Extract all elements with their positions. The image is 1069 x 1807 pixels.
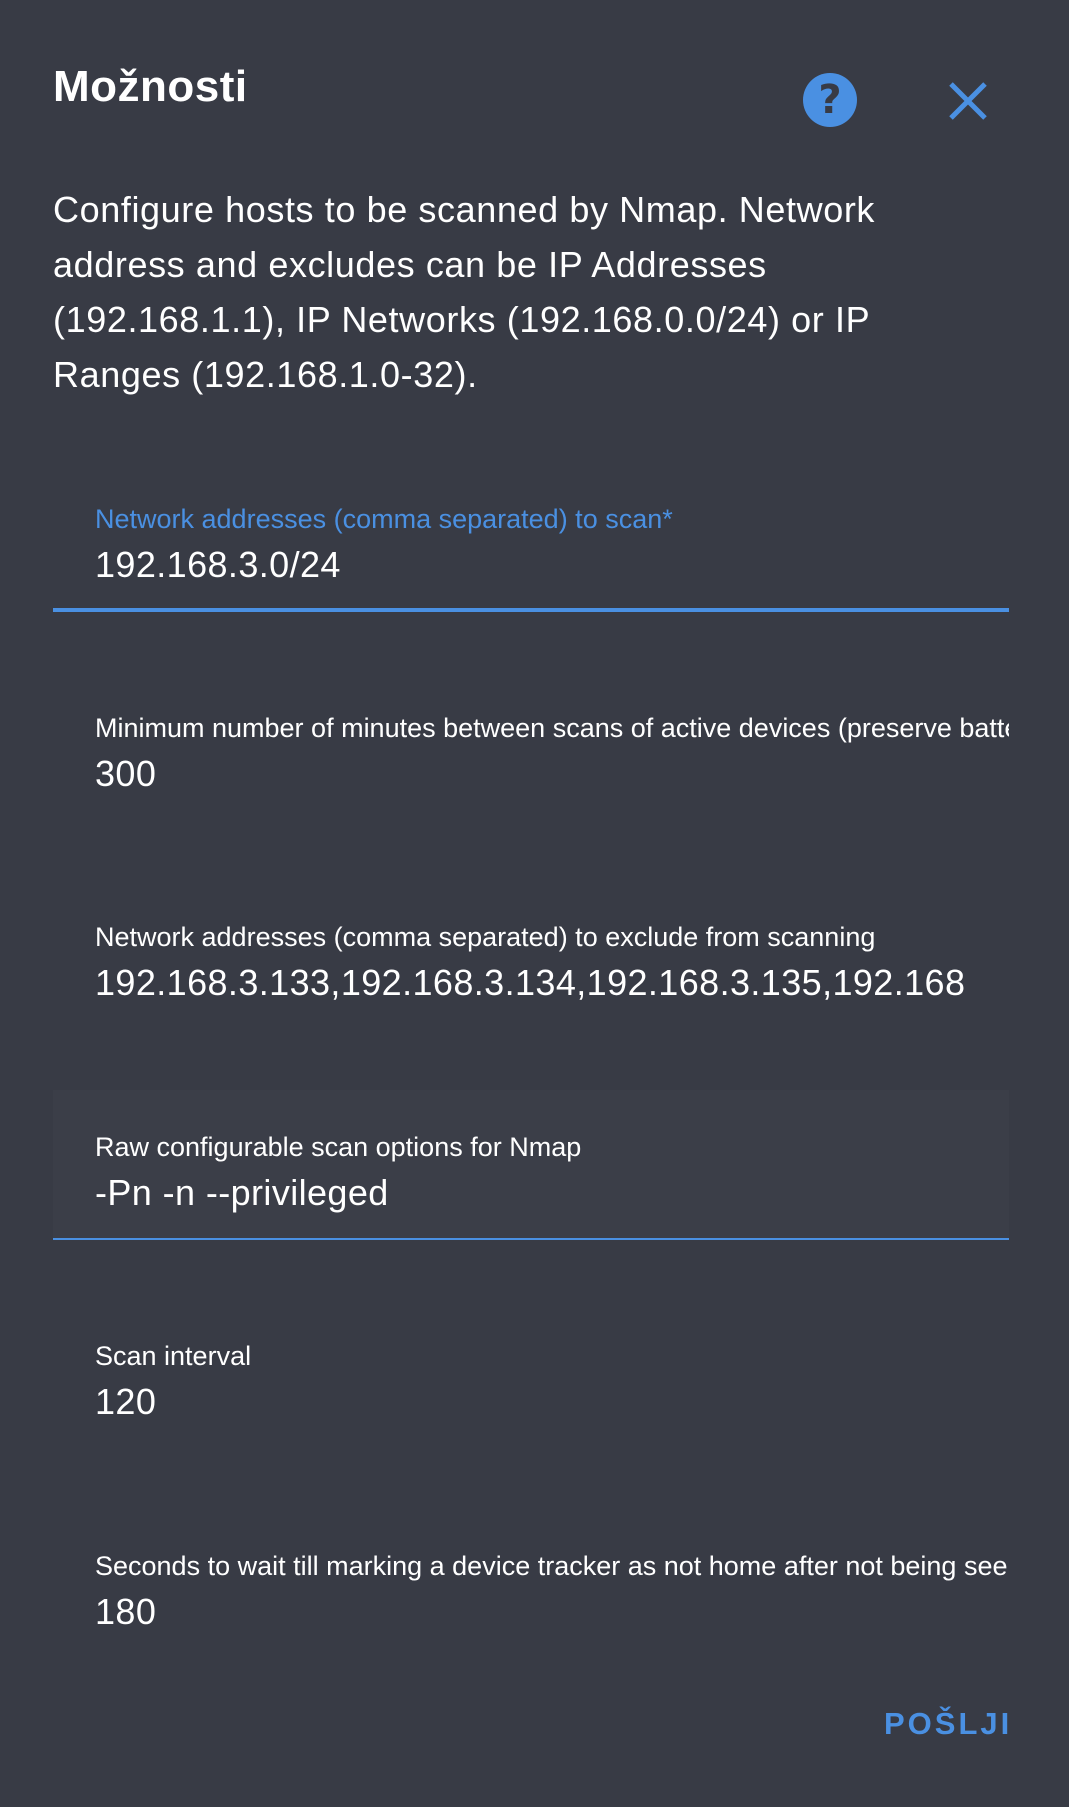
scan-interval-input[interactable]: 120 bbox=[95, 1381, 967, 1423]
scan-networks-underline bbox=[53, 608, 1009, 612]
dialog-title: Možnosti bbox=[53, 62, 248, 111]
min-minutes-field[interactable]: Minimum number of minutes between scans … bbox=[53, 671, 1009, 821]
exclude-networks-label: Network addresses (comma separated) to e… bbox=[95, 922, 876, 952]
submit-button[interactable]: POŠLJI bbox=[884, 1706, 1012, 1742]
scan-networks-input[interactable]: 192.168.3.0/24 bbox=[95, 544, 967, 586]
help-button[interactable]: ? bbox=[803, 73, 857, 127]
raw-options-label: Raw configurable scan options for Nmap bbox=[95, 1132, 582, 1162]
scan-networks-label: Network addresses (comma separated) to s… bbox=[95, 504, 673, 534]
raw-options-field[interactable]: Raw configurable scan options for Nmap -… bbox=[53, 1090, 1009, 1240]
scan-networks-field[interactable]: Network addresses (comma separated) to s… bbox=[53, 462, 1009, 612]
options-dialog: Možnosti ? Configure hosts to be scanned… bbox=[0, 0, 1069, 1807]
exclude-networks-field[interactable]: Network addresses (comma separated) to e… bbox=[53, 880, 1009, 1030]
consider-home-label: Seconds to wait till marking a device tr… bbox=[95, 1551, 1009, 1581]
min-minutes-input[interactable]: 300 bbox=[95, 753, 967, 795]
raw-options-input[interactable]: -Pn -n --privileged bbox=[95, 1172, 967, 1214]
scan-interval-field[interactable]: Scan interval 120 bbox=[53, 1299, 1009, 1449]
consider-home-field[interactable]: Seconds to wait till marking a device tr… bbox=[53, 1509, 1009, 1659]
min-minutes-label: Minimum number of minutes between scans … bbox=[95, 713, 1009, 743]
exclude-networks-input[interactable]: 192.168.3.133,192.168.3.134,192.168.3.13… bbox=[95, 962, 967, 1004]
consider-home-input[interactable]: 180 bbox=[95, 1591, 967, 1633]
close-icon bbox=[949, 82, 987, 120]
raw-options-underline bbox=[53, 1238, 1009, 1240]
scan-interval-label: Scan interval bbox=[95, 1341, 252, 1371]
close-button[interactable] bbox=[943, 76, 993, 126]
dialog-description: Configure hosts to be scanned by Nmap. N… bbox=[53, 189, 876, 395]
help-circle-icon: ? bbox=[818, 77, 842, 123]
